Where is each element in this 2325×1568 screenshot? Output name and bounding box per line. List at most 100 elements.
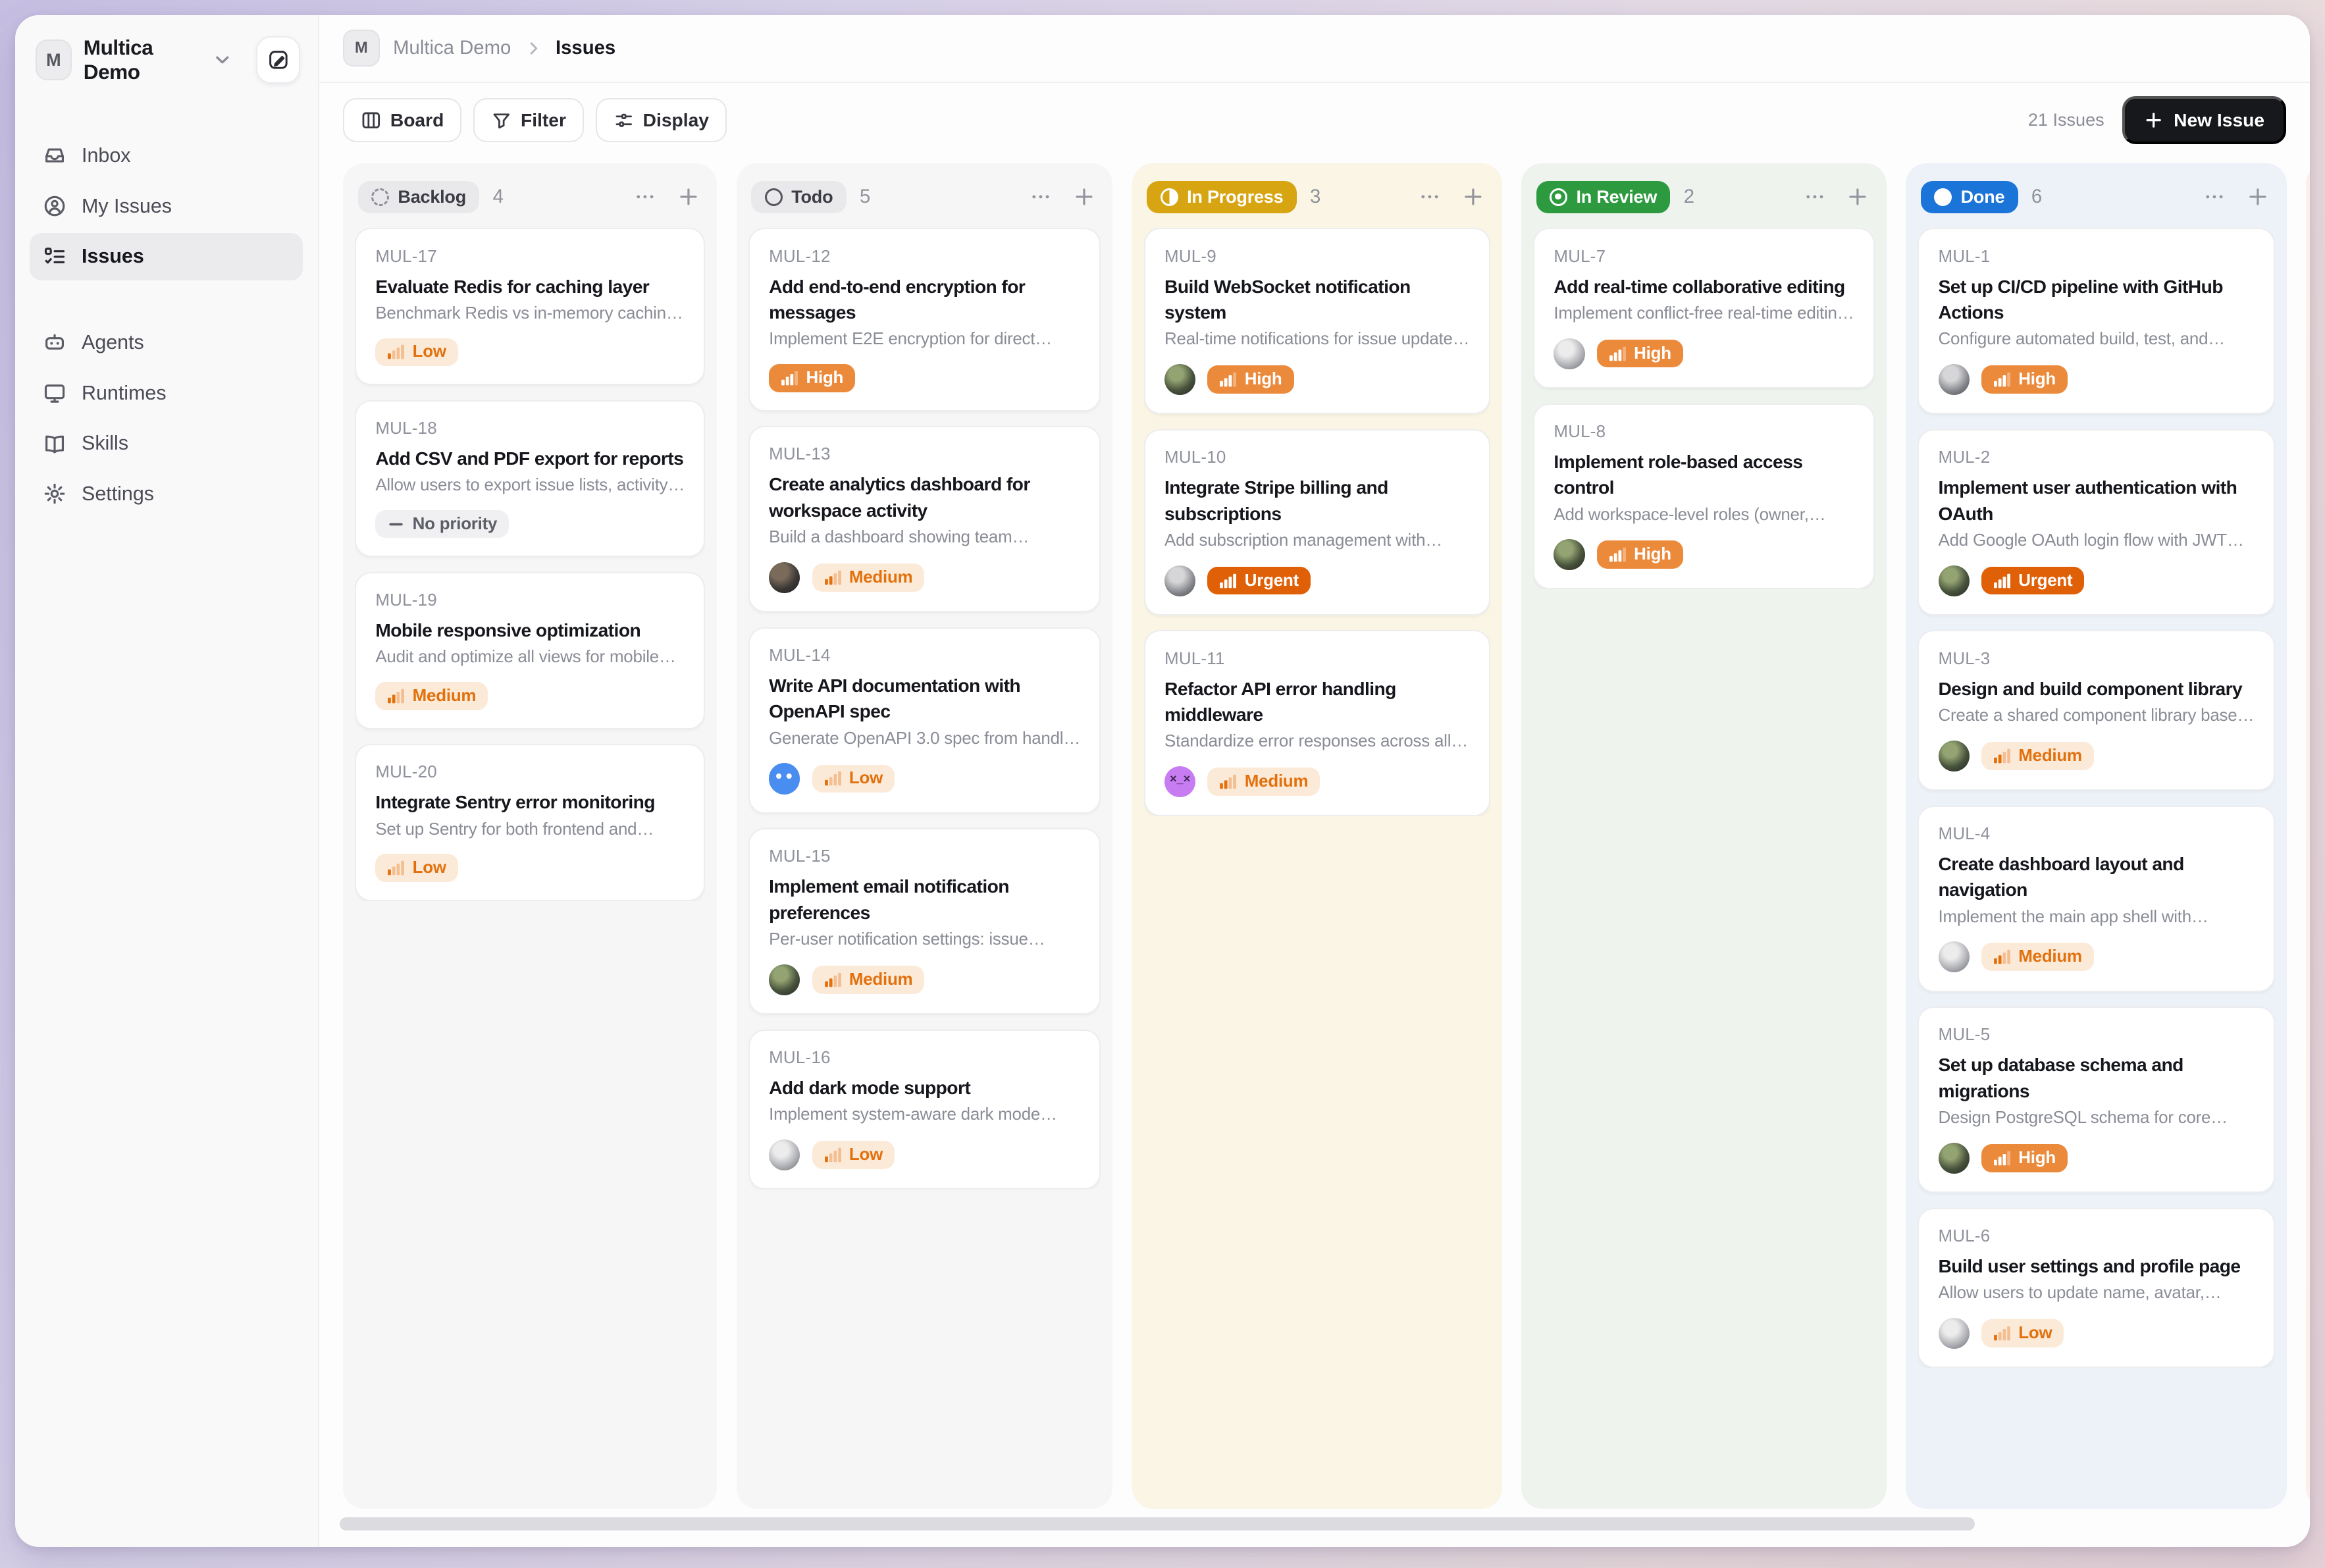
- column-add-button[interactable]: [1073, 186, 1095, 208]
- sidebar-item-agents[interactable]: Agents: [30, 319, 303, 366]
- issue-footer: Medium: [1939, 741, 2255, 771]
- priority-badge: Medium: [1207, 768, 1320, 796]
- issue-title: Build WebSocket notification system: [1164, 274, 1469, 326]
- status-badge: In Review: [1536, 181, 1671, 213]
- column-add-button[interactable]: [2247, 186, 2269, 208]
- column-header: Backlog 4: [355, 175, 705, 228]
- issue-id: MUL-14: [769, 646, 1080, 666]
- status-badge: Todo: [751, 181, 846, 213]
- issue-description: Implement system-aware dark mode…: [769, 1105, 1080, 1124]
- sidebar-item-skills[interactable]: Skills: [30, 420, 303, 467]
- issue-footer: Urgent: [1939, 565, 2255, 596]
- issue-card[interactable]: MUL-16 Add dark mode support Implement s…: [748, 1030, 1101, 1190]
- column-menu-button[interactable]: [2203, 186, 2226, 208]
- sidebar-item-issues[interactable]: Issues: [30, 233, 303, 280]
- board-view-button[interactable]: Board: [343, 98, 461, 143]
- sidebar-item-runtimes[interactable]: Runtimes: [30, 369, 303, 417]
- sidebar-item-label: Skills: [82, 432, 128, 455]
- priority-bars-icon: [824, 770, 842, 787]
- avatar-photo-gray: [1939, 364, 1970, 395]
- issue-id: MUL-4: [1939, 825, 2255, 844]
- issue-description: Implement the main app shell with…: [1939, 908, 2255, 927]
- column-menu-button[interactable]: [1804, 186, 1826, 208]
- chevron-right-icon: [525, 39, 542, 57]
- column-todo: Todo 5 MUL-12 Add end-to-end encryption …: [737, 163, 1113, 1509]
- sidebar-item-label: Runtimes: [82, 382, 167, 405]
- issue-id: MUL-18: [375, 419, 685, 438]
- issue-card[interactable]: MUL-13 Create analytics dashboard for wo…: [748, 426, 1101, 612]
- issue-title: Implement email notification preferences: [769, 874, 1080, 926]
- column-menu-button[interactable]: [1419, 186, 1441, 208]
- column-cards: MUL-12 Add end-to-end encryption for mes…: [748, 228, 1101, 1189]
- priority-bars-icon: [1993, 371, 2011, 388]
- display-button[interactable]: Display: [596, 98, 727, 143]
- issue-id: MUL-20: [375, 763, 685, 782]
- issue-card[interactable]: MUL-7 Add real-time collaborative editin…: [1533, 228, 1875, 388]
- issue-title: Integrate Stripe billing and subscriptio…: [1164, 475, 1469, 527]
- avatar-photo-green: [1939, 1143, 1970, 1174]
- column-menu-button[interactable]: [1030, 186, 1052, 208]
- column-add-button[interactable]: [677, 186, 700, 208]
- column-add-button[interactable]: [1462, 186, 1484, 208]
- workspace-switcher[interactable]: M Multica Demo: [30, 33, 303, 88]
- sidebar-nav: Inbox My Issues Issues Agents Runtimes S…: [30, 132, 303, 517]
- priority-label: Low: [413, 342, 446, 361]
- issue-card[interactable]: MUL-11 Refactor API error handling middl…: [1144, 630, 1490, 816]
- issue-card[interactable]: MUL-3 Design and build component library…: [1918, 630, 2274, 791]
- skills-book-icon: [43, 432, 66, 456]
- column-menu-button[interactable]: [634, 186, 656, 208]
- issue-card[interactable]: MUL-1 Set up CI/CD pipeline with GitHub …: [1918, 228, 2274, 414]
- issue-footer: High: [769, 364, 1080, 392]
- priority-label: Low: [413, 858, 446, 877]
- breadcrumb-workspace[interactable]: Multica Demo: [393, 37, 511, 59]
- column-header: In Progress 3: [1144, 175, 1490, 228]
- status-badge: Done: [1921, 181, 2018, 213]
- issue-footer: High: [1554, 539, 1854, 570]
- sidebar-item-settings[interactable]: Settings: [30, 470, 303, 517]
- filter-button[interactable]: Filter: [473, 98, 584, 143]
- issue-card[interactable]: MUL-17 Evaluate Redis for caching layer …: [355, 228, 705, 385]
- issue-card[interactable]: MUL-20 Integrate Sentry error monitoring…: [355, 744, 705, 901]
- column-count: 3: [1310, 186, 1320, 208]
- priority-bars-icon: [781, 369, 798, 387]
- issue-card[interactable]: MUL-14 Write API documentation with Open…: [748, 627, 1101, 814]
- status-inreview-icon: [1550, 188, 1567, 206]
- priority-badge: Medium: [375, 682, 488, 710]
- priority-label: Low: [2018, 1324, 2052, 1343]
- priority-badge: Urgent: [1981, 567, 2085, 595]
- issue-id: MUL-13: [769, 445, 1080, 464]
- priority-badge: Medium: [812, 966, 925, 994]
- scrollbar-thumb[interactable]: [340, 1517, 1975, 1530]
- priority-badge: Low: [812, 765, 895, 793]
- issue-card[interactable]: MUL-10 Integrate Stripe billing and subs…: [1144, 429, 1490, 615]
- issue-card[interactable]: MUL-12 Add end-to-end encryption for mes…: [748, 228, 1101, 411]
- issue-card[interactable]: MUL-18 Add CSV and PDF export for report…: [355, 400, 705, 558]
- new-issue-button[interactable]: New Issue: [2122, 96, 2287, 144]
- avatar-photo-light: [769, 1139, 800, 1170]
- avatar-photo-green: [1164, 364, 1195, 395]
- issue-id: MUL-6: [1939, 1227, 2255, 1246]
- issue-card[interactable]: MUL-2 Implement user authentication with…: [1918, 429, 2274, 615]
- sidebar-item-inbox[interactable]: Inbox: [30, 132, 303, 179]
- issue-card[interactable]: MUL-5 Set up database schema and migrati…: [1918, 1006, 2274, 1193]
- issue-card[interactable]: MUL-19 Mobile responsive optimization Au…: [355, 572, 705, 729]
- toolbar: Board Filter Display 21 Issues: [319, 83, 2311, 157]
- main-area: M Multica Demo Issues Board: [319, 15, 2311, 1548]
- issue-id: MUL-5: [1939, 1026, 2255, 1045]
- issue-description: Configure automated build, test, and…: [1939, 330, 2255, 349]
- issue-card[interactable]: MUL-6 Build user settings and profile pa…: [1918, 1208, 2274, 1369]
- sidebar-item-my-issues[interactable]: My Issues: [30, 182, 303, 230]
- issue-card[interactable]: MUL-9 Build WebSocket notification syste…: [1144, 228, 1490, 414]
- issue-footer: High: [1554, 338, 1854, 369]
- issue-title: Add dark mode support: [769, 1075, 1080, 1101]
- issue-card[interactable]: MUL-8 Implement role-based access contro…: [1533, 404, 1875, 590]
- column-partial: [2306, 163, 2311, 1509]
- priority-badge: High: [1207, 365, 1293, 394]
- issue-card[interactable]: MUL-4 Create dashboard layout and naviga…: [1918, 806, 2274, 992]
- column-add-button[interactable]: [1846, 186, 1869, 208]
- priority-bars-icon: [1219, 773, 1237, 791]
- issue-card[interactable]: MUL-15 Implement email notification pref…: [748, 828, 1101, 1014]
- issue-id: MUL-3: [1939, 650, 2255, 669]
- column-count: 6: [2031, 186, 2042, 208]
- compose-button[interactable]: [256, 36, 300, 84]
